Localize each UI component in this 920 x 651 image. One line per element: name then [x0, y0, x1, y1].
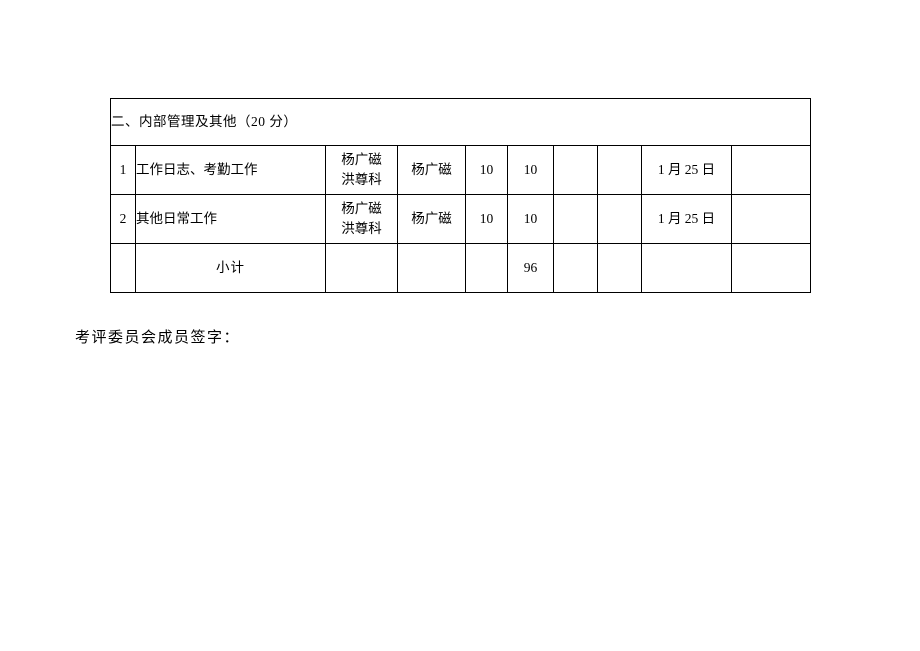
row-score-actual: 10 [507, 194, 554, 244]
table-total-row: 小计 96 [110, 243, 812, 293]
row-person: 杨广磁 [397, 145, 466, 195]
row-blank-a [553, 194, 598, 244]
total-blank-a [553, 243, 598, 293]
row-department-line2: 洪尊科 [341, 221, 382, 236]
signature-line: 考评委员会成员签字： [75, 330, 241, 346]
total-department [325, 243, 398, 293]
total-label: 小计 [135, 243, 326, 293]
table-row: 1 工作日志、考勤工作 杨广磁 洪尊科 杨广磁 10 10 1 月 25 日 [110, 145, 812, 195]
section-header-cell: 二、内部管理及其他（20 分） [109, 98, 812, 146]
row-number: 1 [110, 145, 136, 195]
row-score-standard: 10 [465, 194, 508, 244]
row-item-name: 其他日常工作 [135, 194, 326, 244]
total-row-number [110, 243, 136, 293]
total-score-actual: 96 [507, 243, 554, 293]
row-person: 杨广磁 [397, 194, 466, 244]
total-date [641, 243, 732, 293]
row-blank-a [553, 145, 598, 195]
row-blank-b [597, 145, 642, 195]
row-department: 杨广磁 洪尊科 [325, 194, 398, 244]
row-department-line1: 杨广磁 [341, 151, 382, 167]
row-number: 2 [110, 194, 136, 244]
row-date: 1 月 25 日 [641, 194, 732, 244]
evaluation-table: 二、内部管理及其他（20 分） 1 工作日志、考勤工作 杨广磁 洪尊科 杨广磁 … [109, 98, 812, 293]
total-blank-c [730, 243, 812, 293]
table-row: 2 其他日常工作 杨广磁 洪尊科 杨广磁 10 10 1 月 25 日 [110, 194, 812, 244]
total-score-standard [465, 243, 508, 293]
row-score-standard: 10 [465, 145, 508, 195]
row-blank-b [597, 194, 642, 244]
total-person [397, 243, 466, 293]
row-date: 1 月 25 日 [641, 145, 732, 195]
row-department-line1: 杨广磁 [341, 200, 382, 216]
total-blank-b [597, 243, 642, 293]
row-blank-c [730, 145, 812, 195]
row-score-actual: 10 [507, 145, 554, 195]
table-section-header-row: 二、内部管理及其他（20 分） [109, 98, 812, 146]
row-department: 杨广磁 洪尊科 [325, 145, 398, 195]
row-department-line2: 洪尊科 [341, 172, 382, 187]
row-blank-c [730, 194, 812, 244]
row-item-name: 工作日志、考勤工作 [135, 145, 326, 195]
document-page: 二、内部管理及其他（20 分） 1 工作日志、考勤工作 杨广磁 洪尊科 杨广磁 … [0, 0, 920, 651]
